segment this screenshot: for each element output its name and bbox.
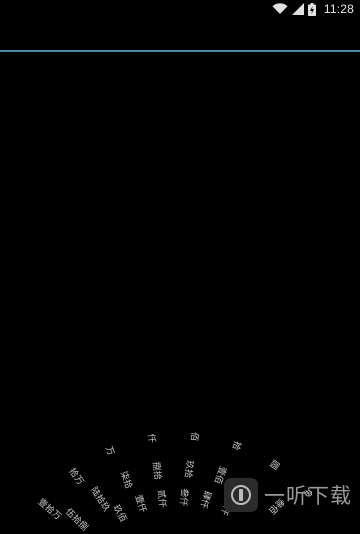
- clock: 11:28: [323, 2, 354, 16]
- watermark: 一听下载: [224, 478, 352, 512]
- watermark-text: 一听下载: [264, 484, 352, 508]
- wheel-label[interactable]: 捌拾: [150, 461, 165, 480]
- cell-signal-icon: [291, 3, 304, 15]
- main-content: [0, 52, 360, 518]
- wheel-label[interactable]: 玖拾: [182, 459, 197, 478]
- wifi-icon: [272, 3, 288, 15]
- wheel-label[interactable]: 叁仟: [177, 487, 192, 506]
- action-bar: [0, 18, 360, 52]
- status-bar: 11:28: [0, 0, 360, 18]
- wheel-label[interactable]: 贰仟: [155, 489, 170, 508]
- wheel-label[interactable]: 佰: [188, 432, 202, 443]
- battery-charging-icon: [307, 2, 316, 16]
- app-store-logo-icon: [224, 478, 258, 512]
